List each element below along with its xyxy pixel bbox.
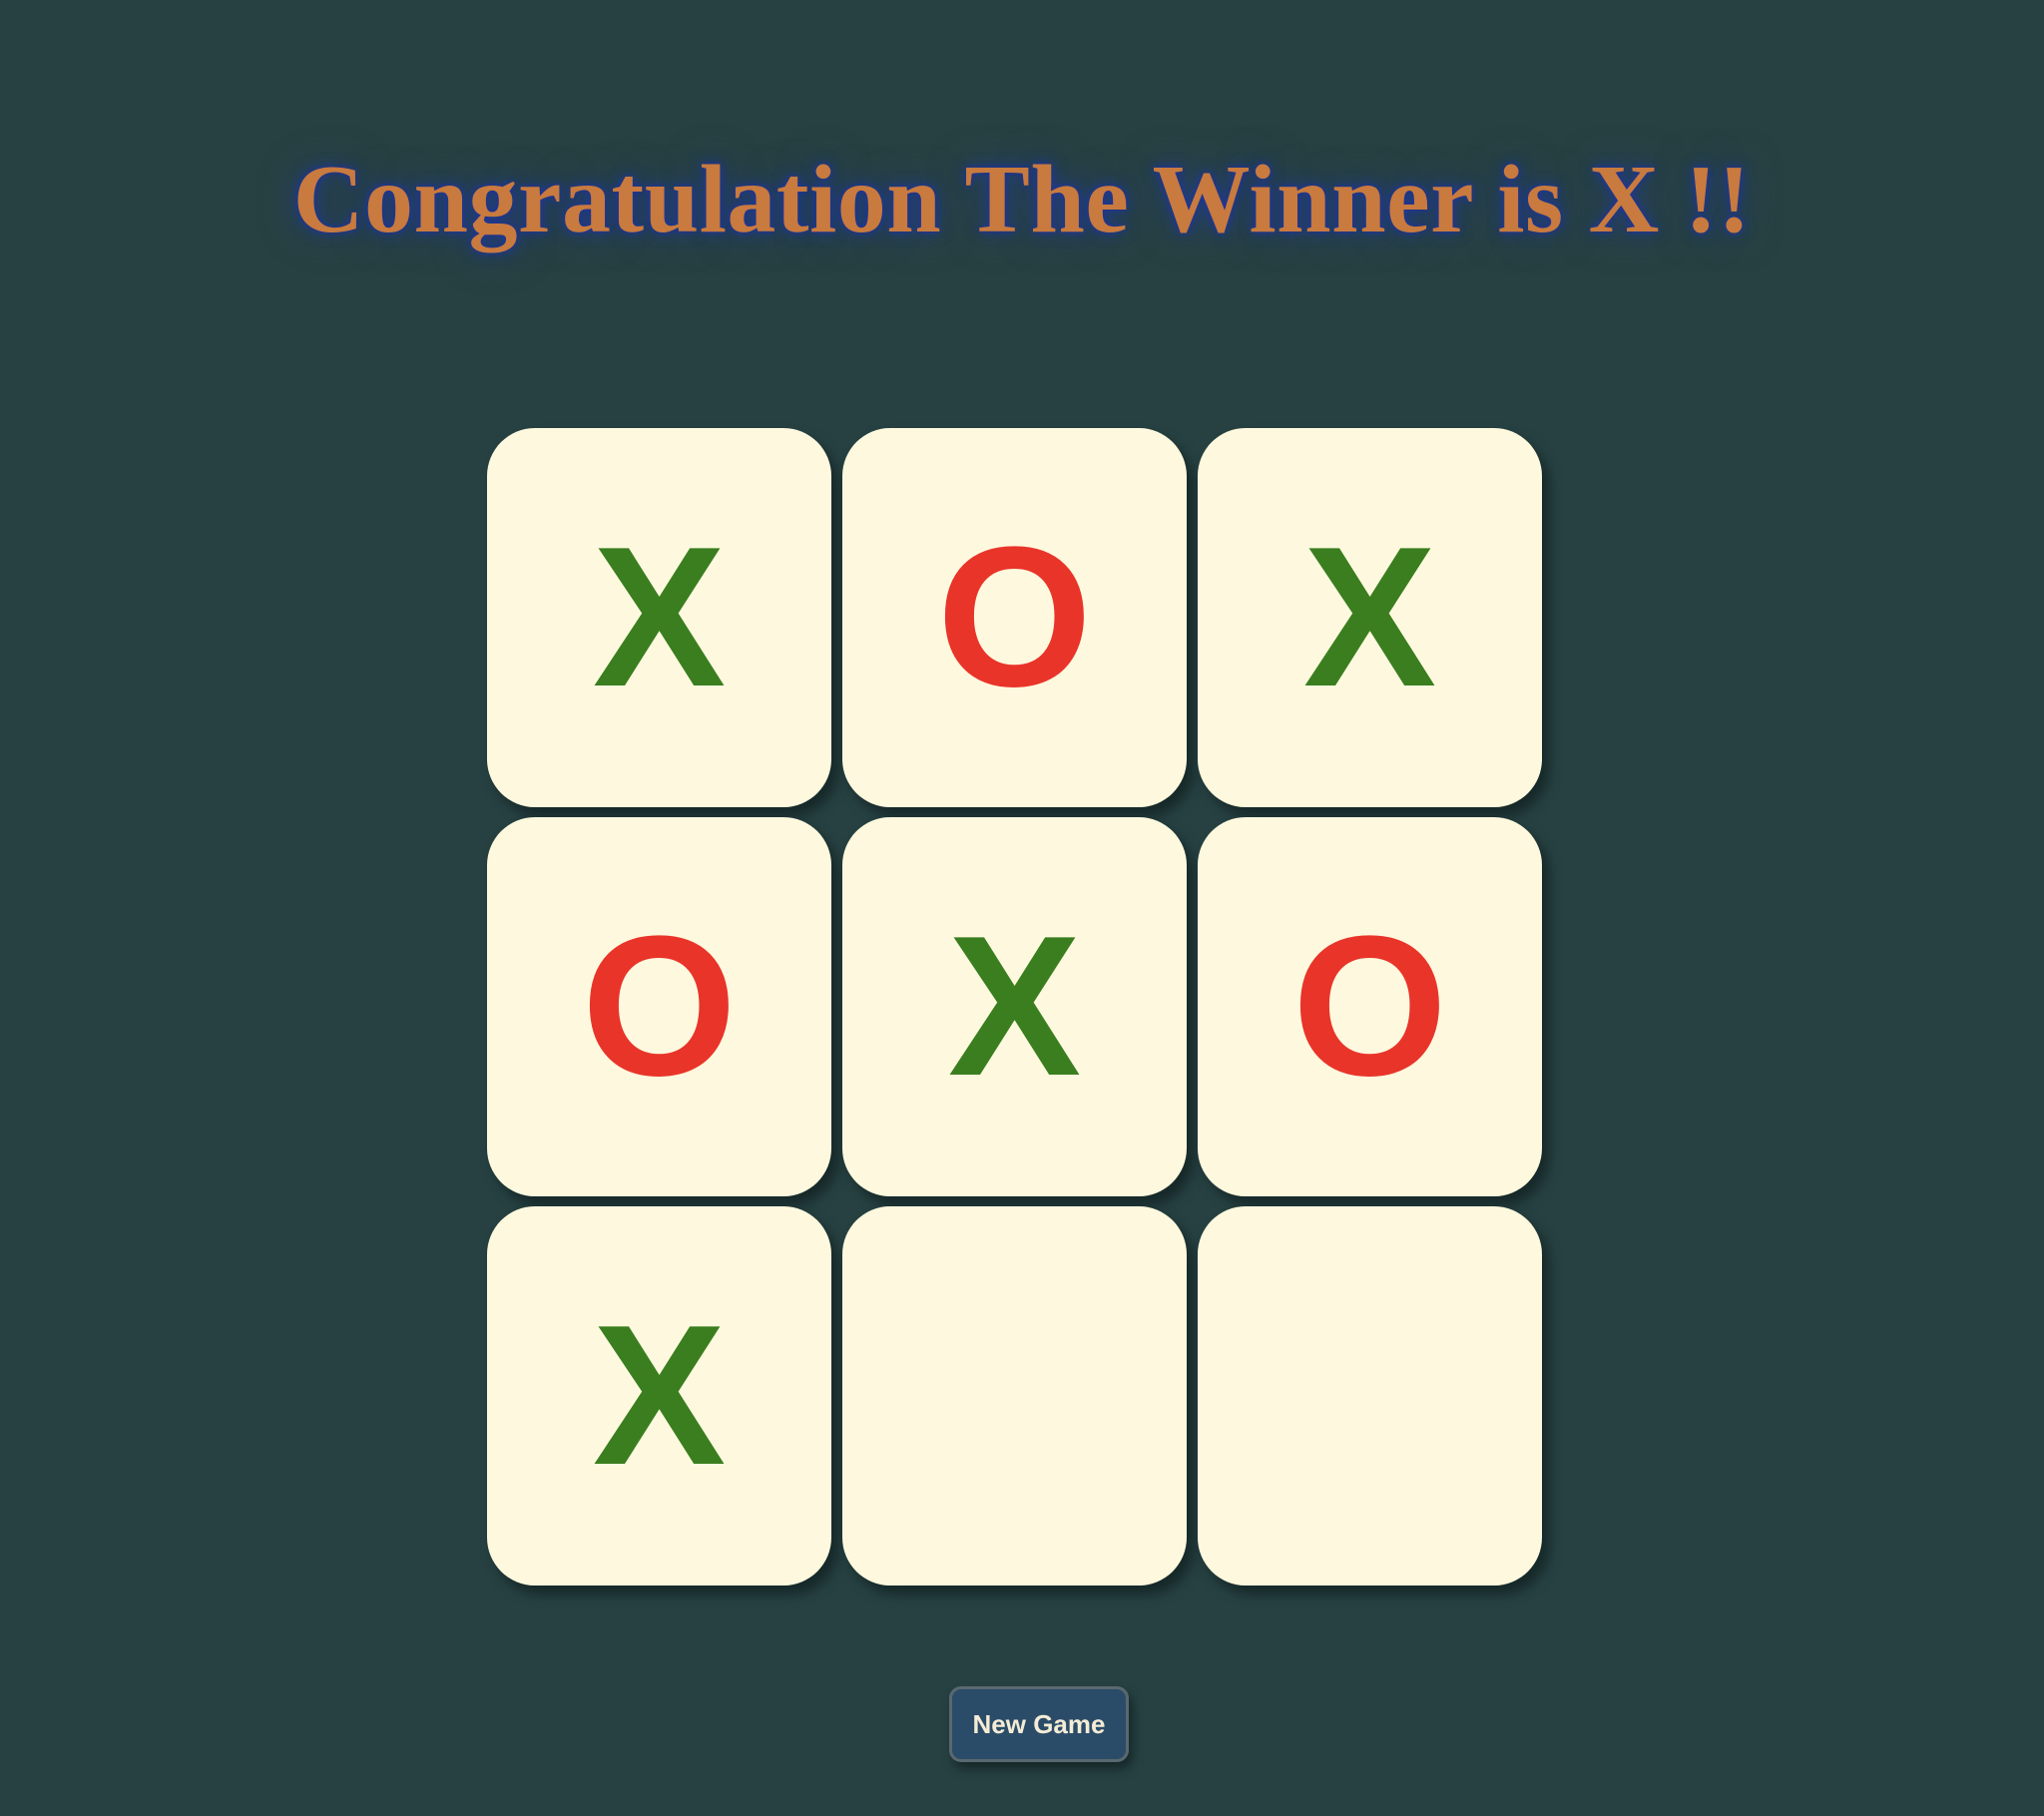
board-cell-2[interactable]: O — [842, 428, 1187, 807]
board-cell-1[interactable]: X — [487, 428, 831, 807]
new-game-button[interactable]: New Game — [949, 1686, 1129, 1762]
board-cell-4[interactable]: O — [487, 817, 831, 1196]
board-cell-9[interactable] — [1198, 1206, 1542, 1586]
board-cell-8[interactable] — [842, 1206, 1187, 1586]
board-cell-5[interactable]: X — [842, 817, 1187, 1196]
board-cell-6[interactable]: O — [1198, 817, 1542, 1196]
board-cell-7[interactable]: X — [487, 1206, 831, 1586]
board-cell-3[interactable]: X — [1198, 428, 1542, 807]
game-board: X O X O X O X — [487, 428, 1543, 1586]
winner-message: Congratulation The Winner is X !! — [292, 146, 1752, 253]
